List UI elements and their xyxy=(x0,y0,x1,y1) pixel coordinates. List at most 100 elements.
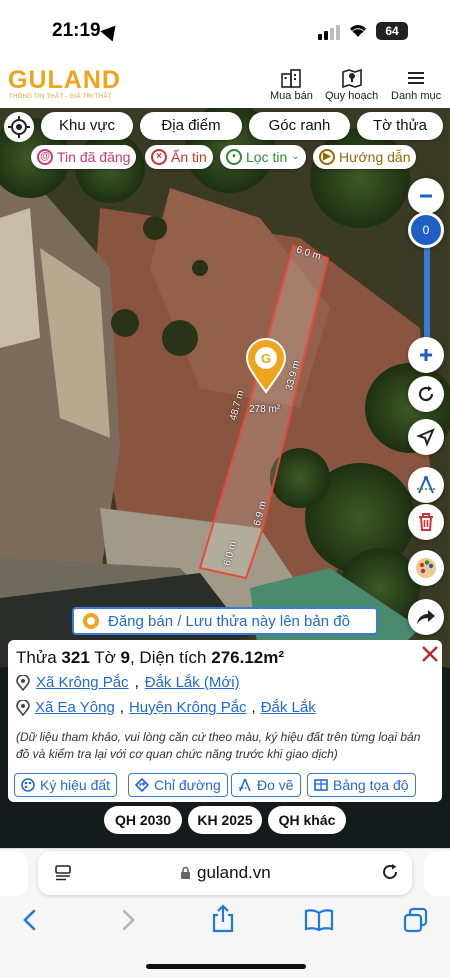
battery-indicator: 64 xyxy=(376,22,408,40)
tab-to-thua[interactable]: Tờ thửa xyxy=(357,112,443,140)
nav-label: Quy hoạch xyxy=(325,90,379,102)
action-label: Chỉ đường xyxy=(154,777,221,793)
tab-qh-2030[interactable]: QH 2030 xyxy=(104,806,182,834)
navigate-button[interactable] xyxy=(408,419,444,455)
action-label: Đo vẽ xyxy=(257,777,294,793)
table-icon xyxy=(314,779,328,791)
share-button[interactable] xyxy=(408,599,444,635)
filter-label: Lọc tin xyxy=(246,149,288,165)
minus-icon xyxy=(420,194,432,198)
sheet-prefix: Tờ xyxy=(94,648,116,667)
old-commune-link[interactable]: Xã Ea Yông xyxy=(35,699,115,716)
refresh-button[interactable] xyxy=(408,376,444,412)
app-header: GULAND THÔNG TIN THẬT - GIÁ TRỊ THẬT Mua… xyxy=(0,62,450,108)
lock-icon xyxy=(181,866,190,879)
back-icon[interactable] xyxy=(20,908,40,932)
map-pin-icon xyxy=(341,68,362,88)
nav-label: Mua bán xyxy=(270,90,313,102)
new-province-link[interactable]: Đắk Lắk (Mới) xyxy=(145,674,240,691)
palette-icon xyxy=(416,558,436,578)
filter-label: Ẩn tin xyxy=(171,149,207,165)
tab-goc-ranh[interactable]: Góc ranh xyxy=(249,112,350,140)
tab-dia-diem[interactable]: Địa điểm xyxy=(140,112,242,140)
hide-icon: × xyxy=(151,149,167,165)
reload-icon[interactable] xyxy=(380,862,400,882)
delete-button[interactable] xyxy=(408,504,444,540)
guland-marker-icon[interactable]: G xyxy=(245,338,287,394)
reader-icon[interactable] xyxy=(54,864,72,882)
filter-loc-tin[interactable]: • Lọc tin ⌄ xyxy=(220,145,306,169)
home-indicator xyxy=(146,964,306,969)
logo-slogan: THÔNG TIN THẬT - GIÁ TRỊ THẬT xyxy=(9,94,112,100)
tab-khu-vuc[interactable]: Khu vực xyxy=(41,112,133,140)
map-style-button[interactable] xyxy=(408,550,444,586)
filter-huong-dan[interactable]: ▶ Hướng dẫn xyxy=(313,145,417,169)
status-time: 21:19 xyxy=(52,20,101,41)
sheet-number: 9 xyxy=(120,648,130,667)
share-icon[interactable] xyxy=(210,904,236,934)
old-province-link[interactable]: Đắk Lắk xyxy=(261,699,316,716)
address-bar[interactable]: guland.vn xyxy=(38,851,412,895)
tab-kh-2025[interactable]: KH 2025 xyxy=(188,806,262,834)
new-commune-link[interactable]: Xã Krông Pắc xyxy=(36,674,129,691)
parcel-area: 276.12m² xyxy=(211,648,285,667)
post-parcel-banner[interactable]: Đăng bán / Lưu thửa này lên bản đồ xyxy=(72,607,378,635)
wifi-icon xyxy=(350,25,366,37)
guland-pin-icon xyxy=(83,613,99,629)
location-pin-icon xyxy=(16,674,30,691)
filter-an-tin[interactable]: × Ẩn tin xyxy=(145,145,213,169)
location-arrow-icon xyxy=(100,20,122,42)
new-address-row: Xã Krông Pắc, Đắk Lắk (Mới) xyxy=(16,674,240,691)
compass-draw-icon xyxy=(417,476,435,494)
nav-mua-ban[interactable]: Mua bán xyxy=(270,68,313,102)
palette-icon xyxy=(21,778,35,792)
tabs-icon[interactable] xyxy=(402,906,430,934)
crosshair-icon xyxy=(8,116,30,138)
nav-label: Danh mục xyxy=(391,90,442,102)
old-district-link[interactable]: Huyện Krông Pắc xyxy=(129,699,247,716)
land-symbol-button[interactable]: Ký hiệu đất xyxy=(14,773,118,797)
url-display: guland.vn xyxy=(180,863,271,883)
cellular-signal-icon xyxy=(318,24,340,40)
menu-icon xyxy=(408,72,425,84)
post-banner-label: Đăng bán / Lưu thửa này lên bản đồ xyxy=(108,612,350,630)
next-tab-preview[interactable] xyxy=(424,852,450,896)
measure-button[interactable]: Đo vẽ xyxy=(231,773,301,797)
action-label: Ký hiệu đất xyxy=(40,777,111,793)
bookmarks-icon[interactable] xyxy=(304,908,334,932)
forward-icon[interactable] xyxy=(118,908,138,932)
zoom-out-button[interactable] xyxy=(408,178,444,214)
building-icon xyxy=(281,69,302,88)
nav-quy-hoach[interactable]: Quy hoạch xyxy=(325,68,378,102)
share-arrow-icon xyxy=(417,610,435,624)
filter-pin-icon: • xyxy=(226,149,242,165)
filter-label: Tin đã đăng xyxy=(57,149,131,165)
filter-label: Hướng dẫn xyxy=(339,149,411,165)
trash-icon xyxy=(419,513,433,531)
nav-danh-muc[interactable]: Danh mục xyxy=(391,68,441,102)
plus-icon xyxy=(420,349,432,361)
navigation-arrow-icon xyxy=(416,428,435,447)
filter-tin-da-dang[interactable]: @ Tin đã đăng xyxy=(31,145,137,169)
parcel-area-label: 278 m² xyxy=(249,404,281,415)
directions-button[interactable]: Chỉ đường xyxy=(128,773,228,797)
chevron-down-icon: ⌄ xyxy=(291,151,300,162)
directions-icon xyxy=(135,778,149,792)
zoom-level-handle[interactable]: 0 xyxy=(408,212,444,248)
coordinates-table-button[interactable]: Bảng tọa độ xyxy=(307,773,416,797)
zoom-in-button[interactable] xyxy=(408,337,444,373)
status-bar: 21:19 64 xyxy=(0,0,450,62)
guland-logo[interactable]: GULAND xyxy=(8,66,121,95)
locate-me-button[interactable] xyxy=(4,112,34,142)
previous-tab-preview[interactable] xyxy=(0,852,28,896)
measure-tool-button[interactable] xyxy=(408,467,444,503)
tab-qh-khac[interactable]: QH khác xyxy=(268,806,346,834)
posted-icon: @ xyxy=(37,149,53,165)
old-address-row: Xã Ea Yông, Huyện Krông Pắc, Đắk Lắk xyxy=(16,699,316,716)
url-text: guland.vn xyxy=(197,863,271,882)
parcel-prefix: Thửa xyxy=(16,648,57,667)
parcel-title: Thửa 321 Tờ 9, Diện tích 276.12m² xyxy=(16,648,284,668)
close-icon[interactable] xyxy=(420,644,440,664)
play-icon: ▶ xyxy=(319,149,335,165)
svg-text:G: G xyxy=(261,351,271,366)
